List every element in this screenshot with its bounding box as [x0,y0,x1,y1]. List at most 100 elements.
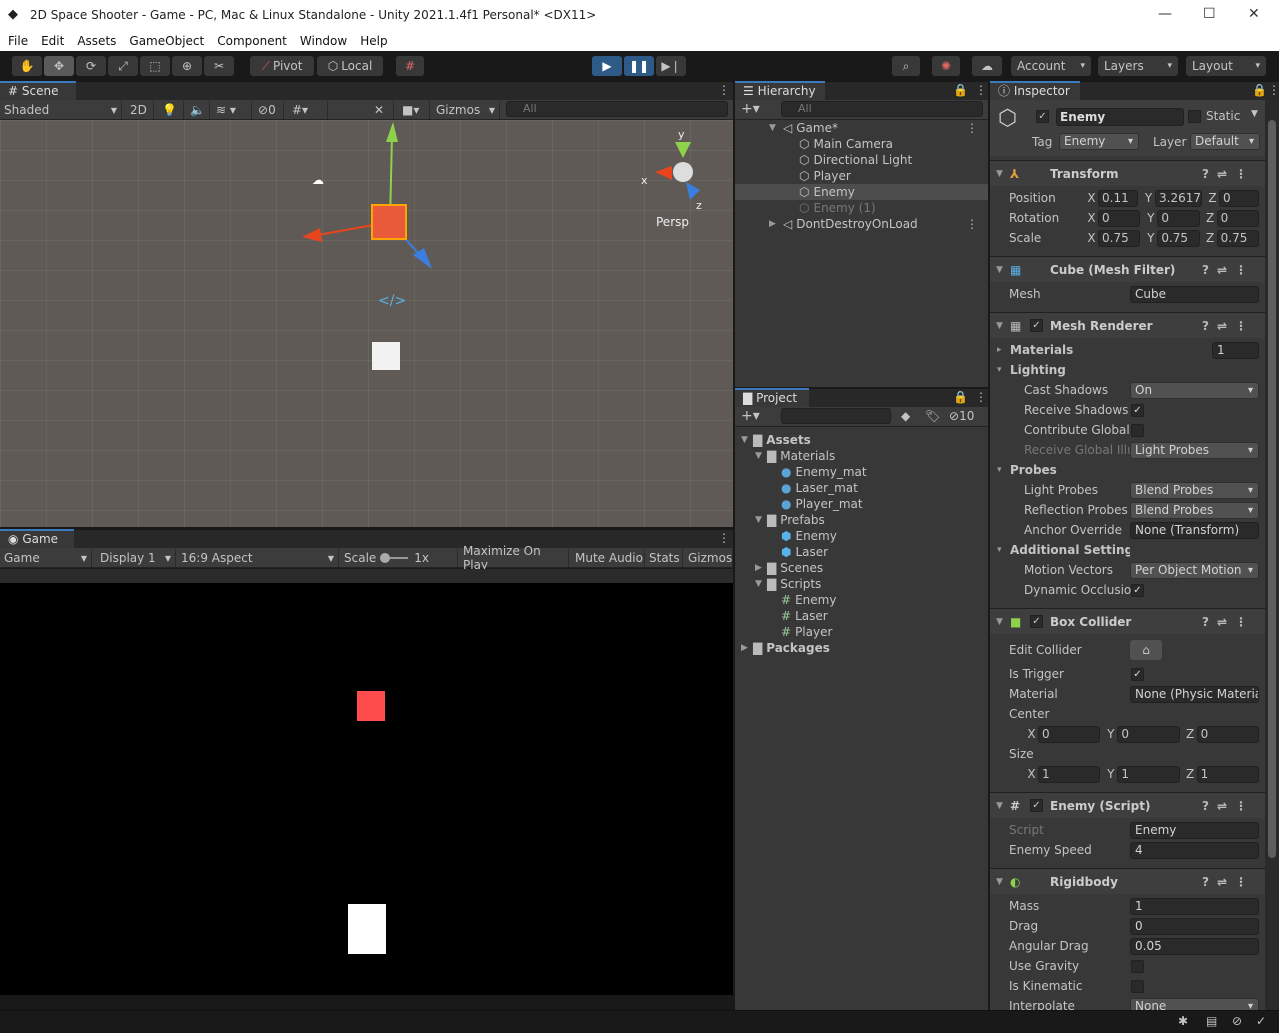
tab-project[interactable]: ▇ Project [735,388,809,407]
static-dropdown-arrow[interactable]: ▼ [1251,109,1258,119]
search-icon[interactable]: ⌕ [892,56,920,76]
project-item[interactable]: ▼ ▇ Assets [735,432,988,448]
player-object[interactable] [372,342,400,370]
z-input[interactable]: 0.75 [1216,229,1259,247]
audio-icon[interactable]: 🔈 [186,101,210,119]
menu-help[interactable]: Help [360,34,387,48]
property-input[interactable]: 0 [1130,917,1259,935]
close-icon[interactable]: ✕ [1248,6,1260,22]
more-options-icon[interactable]: ⋮ [966,217,978,231]
hidden-objects-icon[interactable]: ⊘ 0 [254,101,284,119]
pivot-button[interactable]: ⟋ Pivot [250,56,314,76]
component-header-box-collider[interactable]: ▼ ■ ✓ Box Collider ?⇌⋮ [990,608,1265,634]
component-header-buttons[interactable]: ?⇌⋮ [1202,167,1255,181]
materials-size-input[interactable]: 1 [1212,341,1259,359]
tab-inspector[interactable]: ⓘ Inspector [990,81,1080,100]
project-item[interactable]: ▶ ▇ Packages [735,640,988,656]
gizmos-dropdown[interactable]: Gizmos ▼ [432,101,500,119]
hierarchy-item[interactable]: ▼ ◁ Game* ⋮ [735,120,988,136]
shading-dropdown[interactable]: Shaded ▼ [0,101,122,119]
property-input[interactable]: Cube [1130,285,1259,303]
project-item[interactable]: ⬢ Laser [735,544,988,560]
more-options-icon[interactable]: ⋮ [975,83,987,97]
component-header-buttons[interactable]: ?⇌⋮ [1202,875,1255,889]
property-dropdown[interactable]: Per Object Motion [1130,561,1259,579]
menu-component[interactable]: Component [217,34,287,48]
project-item[interactable]: ▶ ▇ Scenes [735,560,988,576]
z-input[interactable]: 0 [1196,725,1259,743]
scrollbar-thumb[interactable] [1268,120,1276,858]
fold-closed-icon[interactable]: ▶ [741,643,748,653]
property-checkbox[interactable] [1131,979,1144,993]
rotate-tool-icon[interactable]: ⟳ [76,56,106,76]
y-input[interactable]: 0.75 [1157,229,1200,247]
component-header-cube-mesh-filter[interactable]: ▼ ▦ Cube (Mesh Filter) ?⇌⋮ [990,256,1265,282]
hierarchy-item[interactable]: ▶ ◁ DontDestroyOnLoad ⋮ [735,216,988,232]
grid-toggle-icon[interactable]: #▾ [288,101,328,119]
menu-gameobject[interactable]: GameObject [129,34,204,48]
x-input[interactable]: 0 [1038,725,1101,743]
maximize-on-play-toggle[interactable]: Maximize On Play [459,544,569,572]
lighting-icon[interactable]: 💡 [158,101,184,119]
property-input[interactable]: 1 [1130,897,1259,915]
z-input[interactable]: 0 [1219,189,1259,207]
property-dropdown[interactable]: On [1130,381,1259,399]
add-button[interactable]: +▾ [741,408,760,424]
stats-toggle[interactable]: Stats [645,549,683,567]
property-dropdown[interactable]: Blend Probes [1130,501,1259,519]
project-item[interactable]: ● Laser_mat [735,480,988,496]
effects-icon[interactable]: ≋ ▾ [212,101,252,119]
property-checkbox[interactable] [1131,423,1144,437]
y-input[interactable]: 3.2617 [1155,189,1202,207]
move-tool-icon[interactable]: ✥ [44,56,74,76]
project-item[interactable]: ▼ ▇ Materials [735,448,988,464]
hierarchy-item[interactable]: ⬡ Enemy (1) [735,200,988,216]
hierarchy-item[interactable]: ⬡ Main Camera [735,136,988,152]
fold-open-icon[interactable]: ▼ [996,265,1003,275]
property-checkbox[interactable] [1131,959,1144,973]
scale-track[interactable] [380,553,409,563]
component-header-buttons[interactable]: ?⇌⋮ [1202,615,1255,629]
custom-tool-icon[interactable]: ✂ [204,56,234,76]
add-button[interactable]: +▾ [741,101,760,117]
project-item[interactable]: ● Enemy_mat [735,464,988,480]
tab-hierarchy[interactable]: ☰ Hierarchy [735,81,825,100]
game-gizmos-toggle[interactable]: Gizmos [684,549,733,567]
step-button[interactable]: ▶❘ [656,56,686,76]
camera-icon[interactable]: ■▾ [398,101,430,119]
x-input[interactable]: 0 [1098,209,1141,227]
menu-assets[interactable]: Assets [77,34,116,48]
scene-search-input[interactable]: All [506,101,728,117]
fold-open-icon[interactable]: ▼ [996,169,1003,179]
z-input[interactable]: 1 [1196,765,1259,783]
fold-open-icon[interactable]: ▼ [741,435,748,445]
filter-label-icon[interactable]: 🏷 [925,409,940,423]
fold-closed-icon[interactable]: ▶ [769,219,776,229]
mute-audio-toggle[interactable]: Mute Audio [571,549,645,567]
local-button[interactable]: ⬡ Local [317,56,383,76]
project-item[interactable]: # Enemy [735,592,988,608]
auto-generate-icon[interactable]: ✓ [1256,1014,1266,1028]
project-item[interactable]: ⬢ Enemy [735,528,988,544]
component-header-mesh-renderer[interactable]: ▼ ▦ ✓ Mesh Renderer ?⇌⋮ [990,312,1265,338]
property-checkbox[interactable]: ✓ [1131,583,1144,597]
filter-type-icon[interactable]: ◆ [901,409,910,423]
play-button[interactable]: ▶ [592,56,622,76]
more-options-icon[interactable]: ⋮ [718,531,730,545]
project-item[interactable]: # Player [735,624,988,640]
menu-edit[interactable]: Edit [41,34,64,48]
hierarchy-search-input[interactable]: All [781,101,983,117]
transform-tool-icon[interactable]: ⊕ [172,56,202,76]
cloud-icon[interactable]: ☁ [972,56,1002,76]
x-input[interactable]: 0.75 [1098,229,1141,247]
property-input[interactable]: 4 [1130,841,1259,859]
hand-tool-icon[interactable]: ✋ [12,56,42,76]
bug-icon[interactable]: ✱ [1178,1014,1188,1028]
component-header-rigidbody[interactable]: ▼ ◐ Rigidbody ?⇌⋮ [990,868,1265,894]
more-options-icon[interactable]: ⋮ [975,390,987,404]
x-input[interactable]: 0.11 [1098,189,1138,207]
edit-collider-button[interactable]: ⌂ [1130,640,1162,660]
lock-icon[interactable]: 🔒 [953,390,968,404]
component-header-transform[interactable]: ▼ ⅄ Transform ?⇌⋮ [990,160,1265,186]
project-item[interactable]: ● Player_mat [735,496,988,512]
